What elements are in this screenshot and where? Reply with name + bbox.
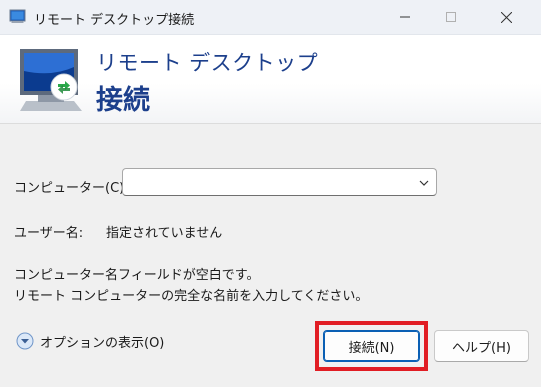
username-value: 指定されていません	[106, 226, 223, 241]
help-button[interactable]: ヘルプ(H)	[434, 330, 529, 362]
maximize-button[interactable]	[428, 0, 474, 34]
window-title: リモート デスクトップ接続	[34, 13, 195, 28]
close-button[interactable]	[483, 0, 529, 34]
banner-title-line1: リモート デスクトップ	[96, 51, 319, 75]
remote-desktop-app-icon	[9, 9, 26, 23]
header-banner: リモート デスクトップ 接続	[0, 35, 541, 124]
show-options-label[interactable]: オプションの表示(O)	[40, 332, 164, 351]
computer-label: コンピューター(C):	[14, 181, 129, 196]
chevron-down-icon[interactable]	[418, 177, 430, 189]
close-icon	[500, 11, 512, 23]
connect-button[interactable]: 接続(N)	[323, 330, 420, 362]
remote-desktop-monitor-icon	[20, 49, 82, 111]
computer-input[interactable]	[125, 171, 413, 193]
banner-title-line2: 接続	[96, 85, 150, 116]
show-options-toggle[interactable]: オプションの表示(O)	[16, 330, 164, 352]
expand-down-icon[interactable]	[16, 332, 34, 350]
maximize-icon	[446, 12, 456, 22]
message-line1: コンピューター名フィールドが空白です。	[14, 268, 260, 283]
minimize-button[interactable]	[382, 0, 428, 34]
minimize-icon	[400, 16, 410, 18]
username-label: ユーザー名:	[14, 226, 84, 241]
title-bar: リモート デスクトップ接続	[0, 0, 541, 35]
message-line2: リモート コンピューターの完全な名前を入力してください。	[14, 289, 369, 304]
computer-combobox[interactable]	[122, 168, 437, 196]
